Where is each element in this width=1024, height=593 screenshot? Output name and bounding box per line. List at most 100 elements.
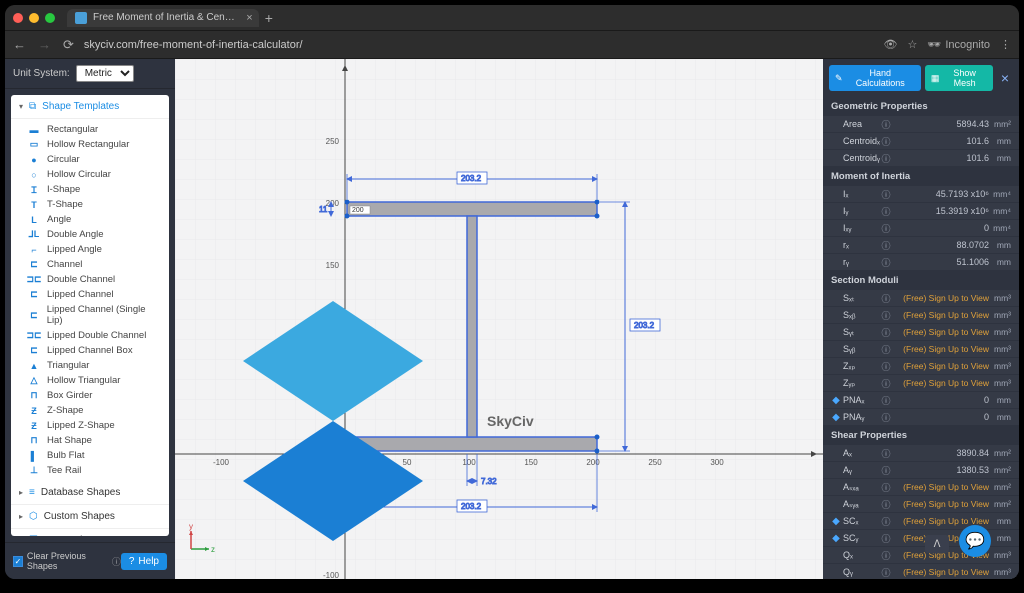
info-icon[interactable]: ⓘ xyxy=(879,549,893,562)
shape-item[interactable]: ⊏Lipped Channel (Single Lip) xyxy=(11,302,169,328)
section-my-sections[interactable]: ▸ ☰ My Sections xyxy=(11,529,169,536)
shape-item[interactable]: △Hollow Triangular xyxy=(11,373,169,388)
info-icon[interactable]: ⓘ xyxy=(879,256,893,269)
info-icon[interactable]: ⓘ xyxy=(879,411,893,424)
shape-item[interactable]: ⌐Lipped Angle xyxy=(11,242,169,257)
eye-icon[interactable]: 👁 xyxy=(884,38,898,51)
shape-item[interactable]: ⊥Tee Rail xyxy=(11,463,169,478)
shape-item[interactable]: ○Hollow Circular xyxy=(11,167,169,182)
info-icon[interactable]: ⓘ xyxy=(879,222,893,235)
property-row: Aₛᵧₐ ⓘ (Free) Sign Up to View mm² xyxy=(823,496,1019,512)
prop-value[interactable]: (Free) Sign Up to View xyxy=(893,499,989,509)
prop-value[interactable]: (Free) Sign Up to View xyxy=(893,293,989,303)
shape-item[interactable]: ▲Triangular xyxy=(11,358,169,373)
info-icon[interactable]: ⓘ xyxy=(879,566,893,579)
section-canvas[interactable]: -100-50050100150200250300 -100-505010015… xyxy=(175,59,823,579)
diamond-icon: ◆ xyxy=(829,533,843,544)
prop-value: 0 xyxy=(893,223,989,233)
prop-group-title: Geometric Properties xyxy=(823,97,1019,116)
shape-item[interactable]: LAngle xyxy=(11,212,169,227)
menu-icon[interactable]: ⋮ xyxy=(1000,38,1011,51)
prop-value: 3890.84 xyxy=(893,448,989,458)
info-icon[interactable]: ⓘ xyxy=(879,464,893,477)
shape-item[interactable]: ƵLipped Z-Shape xyxy=(11,418,169,433)
scroll-top-button[interactable]: ᐱ xyxy=(925,535,949,553)
prop-value[interactable]: (Free) Sign Up to View xyxy=(893,482,989,492)
shape-label: Lipped Channel (Single Lip) xyxy=(47,304,161,326)
shape-item[interactable]: ⅃LDouble Angle xyxy=(11,227,169,242)
incognito-icon: 🕶 xyxy=(927,38,941,51)
database-icon: ≡ xyxy=(29,487,35,498)
property-row: Iₓ ⓘ 45.7193 x10⁶ mm⁴ xyxy=(823,186,1019,202)
shape-label: Bulb Flat xyxy=(47,450,85,461)
section-database-shapes[interactable]: ▸ ≡ Database Shapes xyxy=(11,481,169,505)
shape-item[interactable]: ⊏Lipped Channel Box xyxy=(11,343,169,358)
url-text[interactable]: skyciv.com/free-moment-of-inertia-calcul… xyxy=(84,39,874,51)
prop-value[interactable]: (Free) Sign Up to View xyxy=(893,567,989,577)
new-tab-button[interactable]: + xyxy=(265,10,273,26)
close-icon[interactable]: × xyxy=(997,70,1013,86)
close-icon[interactable]: × xyxy=(246,12,252,24)
section-custom-shapes[interactable]: ▸ ⬡ Custom Shapes xyxy=(11,505,169,529)
browser-tab[interactable]: Free Moment of Inertia & Cen… × xyxy=(67,9,259,27)
info-icon[interactable]: ⓘ xyxy=(879,135,893,148)
prop-value[interactable]: (Free) Sign Up to View xyxy=(893,361,989,371)
info-icon[interactable]: ⓘ xyxy=(879,292,893,305)
shape-item[interactable]: ▌Bulb Flat xyxy=(11,448,169,463)
info-icon[interactable]: ⓘ xyxy=(879,188,893,201)
info-icon[interactable]: ⓘ xyxy=(879,447,893,460)
shape-icon: △ xyxy=(29,376,39,386)
shape-item[interactable]: ꞮI-Shape xyxy=(11,182,169,197)
reload-icon[interactable]: ⟳ xyxy=(63,37,74,53)
forward-icon[interactable]: → xyxy=(38,37,51,53)
section-shape-templates[interactable]: ▾ ⧉ Shape Templates xyxy=(11,95,169,119)
prop-label: Qₓ xyxy=(843,550,879,560)
shape-item[interactable]: ▬Rectangular xyxy=(11,122,169,137)
info-icon[interactable]: ⓘ xyxy=(879,532,893,545)
info-icon[interactable]: ⓘ xyxy=(879,377,893,390)
info-icon[interactable]: ⓘ xyxy=(879,343,893,356)
star-icon[interactable]: ☆ xyxy=(908,38,918,51)
prop-value[interactable]: (Free) Sign Up to View xyxy=(893,378,989,388)
shape-item[interactable]: TT-Shape xyxy=(11,197,169,212)
info-icon[interactable]: ⓘ xyxy=(879,309,893,322)
info-icon[interactable]: ⓘ xyxy=(879,515,893,528)
info-icon[interactable]: ⓘ xyxy=(879,360,893,373)
unit-select[interactable]: Metric xyxy=(76,65,134,82)
info-icon[interactable]: ⓘ xyxy=(879,239,893,252)
back-icon[interactable]: ← xyxy=(13,37,26,53)
window-controls[interactable] xyxy=(13,13,55,23)
shape-item[interactable]: ⊓Hat Shape xyxy=(11,433,169,448)
prop-unit: mm³ xyxy=(989,361,1013,371)
info-icon[interactable]: ⓘ xyxy=(879,118,893,131)
info-icon[interactable]: ⓘ xyxy=(879,498,893,511)
svg-text:250: 250 xyxy=(648,458,662,467)
show-mesh-button[interactable]: ▦ Show Mesh xyxy=(925,65,993,91)
clear-shapes-checkbox[interactable]: ✓ Clear Previous Shapes ⓘ xyxy=(13,551,121,571)
prop-value[interactable]: (Free) Sign Up to View xyxy=(893,327,989,337)
shape-item[interactable]: ⊏Channel xyxy=(11,257,169,272)
shape-item[interactable]: ⊓Box Girder xyxy=(11,388,169,403)
prop-unit: mm xyxy=(989,533,1013,543)
prop-unit: mm xyxy=(989,412,1013,422)
prop-value[interactable]: (Free) Sign Up to View xyxy=(893,310,989,320)
info-icon[interactable]: ⓘ xyxy=(879,481,893,494)
help-icon: ? xyxy=(129,556,135,567)
info-icon[interactable]: ⓘ xyxy=(879,394,893,407)
shape-item[interactable]: ⊏Lipped Channel xyxy=(11,287,169,302)
chat-bubble-button[interactable]: 💬 xyxy=(959,525,991,557)
shape-item[interactable]: ⊐⊏Double Channel xyxy=(11,272,169,287)
info-icon[interactable]: ⓘ xyxy=(879,326,893,339)
shape-item[interactable]: ⊐⊏Lipped Double Channel xyxy=(11,328,169,343)
help-button[interactable]: ? Help xyxy=(121,553,167,570)
info-icon[interactable]: ⓘ xyxy=(879,152,893,165)
info-icon[interactable]: ⓘ xyxy=(879,205,893,218)
shape-icon: ▲ xyxy=(29,361,39,371)
hand-calculations-button[interactable]: ✎ Hand Calculations xyxy=(829,65,921,91)
shape-item[interactable]: ▭Hollow Rectangular xyxy=(11,137,169,152)
prop-value[interactable]: (Free) Sign Up to View xyxy=(893,344,989,354)
templates-icon: ⧉ xyxy=(29,101,36,112)
shape-item[interactable]: ƵZ-Shape xyxy=(11,403,169,418)
shape-item[interactable]: ●Circular xyxy=(11,152,169,167)
shape-label: Lipped Z-Shape xyxy=(47,420,115,431)
